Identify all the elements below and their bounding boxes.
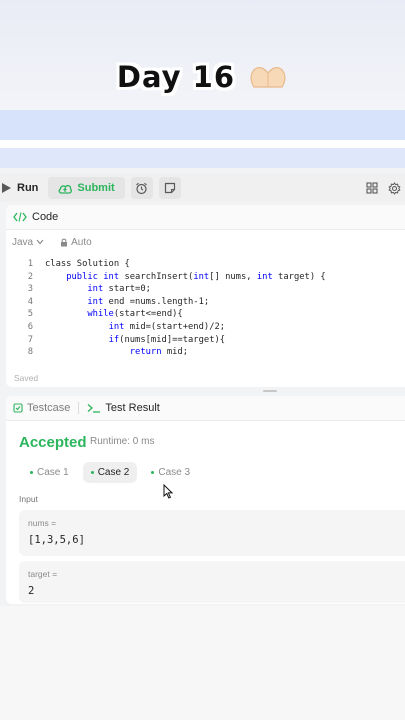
code-tab[interactable]: Code — [6, 205, 405, 230]
case-tab-label: Case 3 — [158, 467, 191, 478]
code-text: int end =nums.length-1; — [87, 296, 210, 307]
line-number: 5 — [27, 309, 33, 320]
case-tab[interactable]: Case 3 — [143, 462, 198, 483]
case-tabs: Case 1 Case 2 Case 3 — [22, 462, 198, 483]
gear-icon[interactable] — [388, 181, 401, 195]
lock-icon — [61, 238, 68, 246]
play-icon — [2, 183, 11, 193]
input-value: [1,3,5,6] — [28, 534, 85, 546]
code-text: int mid=(start+end)/2; — [108, 321, 226, 332]
code-brackets-icon — [13, 212, 27, 222]
code-editor-panel: Code Java Auto 1 class Solution { 2 public… — [6, 205, 405, 387]
code-text: return mid; — [129, 347, 189, 358]
case-tab-label: Case 1 — [37, 467, 69, 478]
run-button[interactable]: Run — [0, 176, 46, 200]
case-tab[interactable]: Case 1 — [22, 462, 77, 483]
case-status-dot — [30, 471, 33, 474]
code-text: int start=0; — [87, 284, 151, 295]
checkbox-icon — [13, 403, 23, 413]
code-tab-label: Code — [32, 211, 59, 223]
line-number: 4 — [27, 296, 33, 307]
case-status-dot — [151, 471, 155, 474]
code-line: 3 int start=0; — [6, 283, 405, 296]
cloud-upload-icon — [59, 184, 73, 194]
input-field-nums: nums = [1,3,5,6] — [19, 510, 405, 556]
run-label: Run — [17, 182, 39, 194]
alarm-clock-icon — [136, 182, 148, 194]
code-text: public int searchInsert(int[] nums, int … — [66, 271, 326, 282]
code-line: 8 return mid; — [6, 346, 405, 359]
line-number: 8 — [27, 347, 33, 358]
input-name: target = — [28, 569, 58, 579]
case-status-dot — [90, 471, 94, 474]
layout-grid-icon[interactable] — [366, 182, 378, 194]
input-field-target: target = 2 — [19, 561, 405, 603]
code-text: if(nums[mid]==target){ — [108, 334, 226, 345]
line-number: 6 — [27, 321, 33, 332]
tab-test-result-label: Test Result — [105, 402, 160, 414]
code-area[interactable]: 1 class Solution { 2 public int searchInse… — [6, 254, 405, 359]
code-line: 5 while(start<=end){ — [6, 308, 405, 321]
runtime-text: Runtime: 0 ms — [90, 436, 155, 447]
code-line: 2 public int searchInsert(int[] nums, in… — [6, 271, 405, 284]
chevron-down-icon — [36, 239, 44, 245]
tab-test-result[interactable]: Test Result — [87, 402, 160, 414]
test-result-panel: Testcase Test Result Accepted Runtime: 0… — [6, 396, 405, 604]
panel-resize-handle[interactable] — [263, 390, 277, 392]
input-label: Input — [19, 494, 38, 504]
mouse-cursor-icon — [163, 484, 173, 499]
tab-testcase-label: Testcase — [27, 402, 71, 414]
result-status: Accepted — [19, 434, 87, 451]
input-value: 2 — [28, 585, 35, 597]
tab-separator — [78, 402, 80, 414]
case-tab[interactable]: Case 2 — [82, 462, 138, 483]
heart-hands-icon — [250, 67, 286, 88]
result-tabs: Testcase Test Result — [6, 396, 405, 421]
line-number: 3 — [27, 284, 33, 295]
header-strip — [0, 110, 405, 140]
line-number: 1 — [27, 259, 33, 269]
submit-label: Submit — [77, 182, 115, 194]
code-line: 1 class Solution { — [6, 258, 405, 271]
video-title-text: Day 16 — [116, 60, 235, 94]
code-line: 6 int mid=(start+end)/2; — [6, 321, 405, 334]
alarm-button[interactable] — [130, 177, 153, 199]
input-name: nums = — [28, 518, 57, 528]
editor-options-row: Java Auto — [6, 230, 405, 254]
code-text: class Solution { — [45, 259, 130, 269]
auto-label: Auto — [71, 236, 92, 248]
editor-toolbar: Run Submit — [0, 174, 405, 202]
header-strip-lower — [0, 148, 405, 168]
tab-testcase[interactable]: Testcase — [13, 402, 70, 414]
saved-status: Saved — [14, 373, 39, 383]
auto-mode[interactable]: Auto — [60, 237, 92, 248]
notes-button[interactable] — [158, 177, 181, 199]
language-select[interactable]: Java — [12, 237, 44, 248]
line-number: 2 — [27, 271, 33, 282]
video-bottom-background — [0, 606, 405, 720]
submit-button[interactable]: Submit — [48, 177, 125, 199]
language-value: Java — [12, 236, 34, 248]
line-number: 7 — [27, 334, 33, 345]
note-icon — [164, 182, 175, 194]
code-text: while(start<=end){ — [87, 309, 183, 320]
code-line: 7 if(nums[mid]==target){ — [6, 334, 405, 347]
terminal-icon — [87, 404, 101, 413]
case-tab-label: Case 2 — [97, 467, 130, 478]
code-line: 4 int end =nums.length-1; — [6, 296, 405, 309]
video-title-overlay: Day 16 — [0, 60, 405, 94]
header-gap — [0, 140, 405, 148]
